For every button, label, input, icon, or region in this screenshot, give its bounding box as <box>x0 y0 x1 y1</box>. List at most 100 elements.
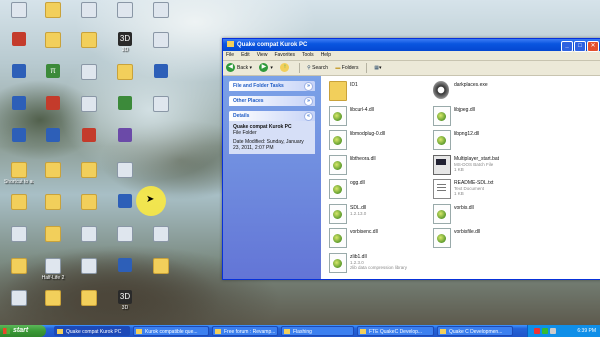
menu-view[interactable]: View <box>257 52 268 58</box>
up-folder-button[interactable]: ↑ <box>280 61 291 75</box>
desktop-icon[interactable] <box>146 96 176 113</box>
desktop-icon[interactable] <box>74 32 104 49</box>
desktop-icon[interactable] <box>110 258 140 273</box>
desktop-icon[interactable] <box>146 258 176 275</box>
file-item[interactable]: vorbisfile.dll <box>433 227 553 249</box>
file-item[interactable]: zlib1.dll 1.2.3.0 zlib data compression l… <box>329 252 449 274</box>
desktop-icon[interactable] <box>4 290 34 307</box>
desktop-icon[interactable] <box>74 96 104 113</box>
taskbar-button-label: Kurok compatible que... <box>145 329 198 335</box>
desktop-icon[interactable] <box>146 64 176 79</box>
desktop-icon[interactable] <box>74 64 104 81</box>
desktop-icon[interactable] <box>110 2 140 19</box>
file-item[interactable]: vorbis.dll <box>433 203 553 225</box>
desktop-icon[interactable] <box>4 226 34 243</box>
file-item[interactable]: Multiplayer_start.bat MS-DOS Batch File 1… <box>433 154 553 176</box>
desktop-icon[interactable] <box>74 226 104 243</box>
other-places-header[interactable]: Other Places» <box>229 96 315 106</box>
file-item[interactable]: darkplaces.exe <box>433 80 553 102</box>
desktop-icon[interactable] <box>74 128 104 143</box>
file-item[interactable]: libjpeg.dll <box>433 105 553 127</box>
maximize-button[interactable]: □ <box>574 41 586 52</box>
desktop-icon[interactable]: Half-Life 2 <box>38 258 68 281</box>
close-button[interactable]: ✕ <box>587 41 599 52</box>
file-item[interactable]: README-SDL.txt Text Document 1 KB <box>433 178 553 200</box>
desktop-icon[interactable] <box>38 128 68 143</box>
taskbar-button[interactable]: FTE QuakeC Develop... <box>357 326 434 336</box>
file-item[interactable]: SDL.dll 1.2.13.0 <box>329 203 449 225</box>
desktop-icon[interactable]: 3D 3D <box>110 290 140 311</box>
desktop-icon[interactable] <box>38 194 68 211</box>
desktop-shortcut-icon <box>153 96 169 112</box>
file-name: darkplaces.exe <box>454 82 488 88</box>
file-item[interactable]: libpng12.dll <box>433 129 553 151</box>
desktop-icon[interactable] <box>38 226 68 243</box>
views-button[interactable]: ▦▾ <box>374 61 381 75</box>
menu-tools[interactable]: Tools <box>302 52 314 58</box>
file-item[interactable]: vorbisenc.dll <box>329 227 449 249</box>
menu-edit[interactable]: Edit <box>241 52 250 58</box>
desktop-icon[interactable] <box>74 290 104 307</box>
desktop-icon[interactable]: Shortcut to audacity.exe <box>4 162 34 185</box>
desktop-icon[interactable] <box>74 162 104 179</box>
menu-file[interactable]: File <box>226 52 234 58</box>
file-description: 1.2.13.0 <box>350 210 367 216</box>
desktop-icon[interactable] <box>38 290 68 307</box>
tray-icon[interactable] <box>534 328 540 334</box>
desktop-icon[interactable] <box>4 96 34 111</box>
desktop-icon[interactable] <box>4 194 34 211</box>
search-button[interactable]: ⚲ Search <box>307 61 328 75</box>
desktop-icon[interactable] <box>146 226 176 243</box>
desktop-shortcut-icon <box>81 64 97 80</box>
start-button[interactable]: start <box>0 325 46 337</box>
desktop-shortcut-icon <box>45 290 61 306</box>
taskbar-button[interactable]: Kurok compatible que... <box>133 326 209 336</box>
desktop-icon[interactable] <box>146 32 176 49</box>
toolbar-separator <box>365 62 367 73</box>
desktop-icon[interactable] <box>110 162 140 179</box>
volume-icon[interactable] <box>550 328 556 334</box>
desktop-icon[interactable] <box>4 32 34 47</box>
desktop-icon[interactable] <box>4 258 34 275</box>
file-item[interactable]: libmodplug-0.dll <box>329 129 449 151</box>
desktop-icon[interactable] <box>110 128 140 143</box>
desktop-icon[interactable] <box>74 2 104 19</box>
folder-file-icon <box>329 81 347 101</box>
folders-button[interactable]: ▬ Folders <box>335 61 358 75</box>
chevron-up-icon[interactable]: « <box>304 112 313 121</box>
menu-favorites[interactable]: Favorites <box>274 52 295 58</box>
file-folder-tasks-header[interactable]: File and Folder Tasks» <box>229 81 315 91</box>
taskbar-button[interactable]: Flashing <box>281 326 354 336</box>
desktop-icon[interactable] <box>110 96 140 111</box>
back-button[interactable]: ◀ Back ▾ <box>226 61 252 75</box>
taskbar-button[interactable]: Free forum : Revamp... <box>212 326 278 336</box>
forward-button[interactable]: ▶ ▾ <box>259 61 273 75</box>
desktop-icon[interactable]: 3D 3D <box>110 32 140 53</box>
chevron-down-icon[interactable]: » <box>304 97 313 106</box>
desktop-icon[interactable] <box>74 194 104 211</box>
chevron-down-icon[interactable]: » <box>304 82 313 91</box>
minimize-button[interactable]: _ <box>561 41 573 52</box>
file-item[interactable]: ogg.dll <box>329 178 449 200</box>
desktop-icon[interactable] <box>38 2 68 19</box>
desktop-icon[interactable] <box>110 64 140 81</box>
desktop-icon[interactable]: π <box>38 64 68 79</box>
taskbar-button[interactable]: Quake compat Kurok PC <box>54 326 130 336</box>
window-titlebar[interactable]: Quake compat Kurok PC _ □ ✕ <box>223 39 600 52</box>
menu-help[interactable]: Help <box>321 52 331 58</box>
desktop-icon[interactable] <box>38 162 68 179</box>
desktop-icon[interactable] <box>4 2 34 19</box>
file-item[interactable]: libtheora.dll <box>329 154 449 176</box>
file-item[interactable]: ID1 <box>329 80 449 102</box>
tray-icon[interactable] <box>542 328 548 334</box>
taskbar-button[interactable]: Quake C Developmen... <box>437 326 513 336</box>
details-header[interactable]: Details « <box>229 111 315 121</box>
desktop-icon[interactable] <box>38 96 68 111</box>
desktop-icon[interactable] <box>74 258 104 275</box>
desktop-icon[interactable] <box>4 128 34 143</box>
desktop-icon[interactable] <box>4 64 34 79</box>
desktop-icon[interactable] <box>38 32 68 49</box>
desktop-icon[interactable] <box>110 226 140 243</box>
file-item[interactable]: libcurl-4.dll <box>329 105 449 127</box>
desktop-icon[interactable] <box>146 2 176 19</box>
